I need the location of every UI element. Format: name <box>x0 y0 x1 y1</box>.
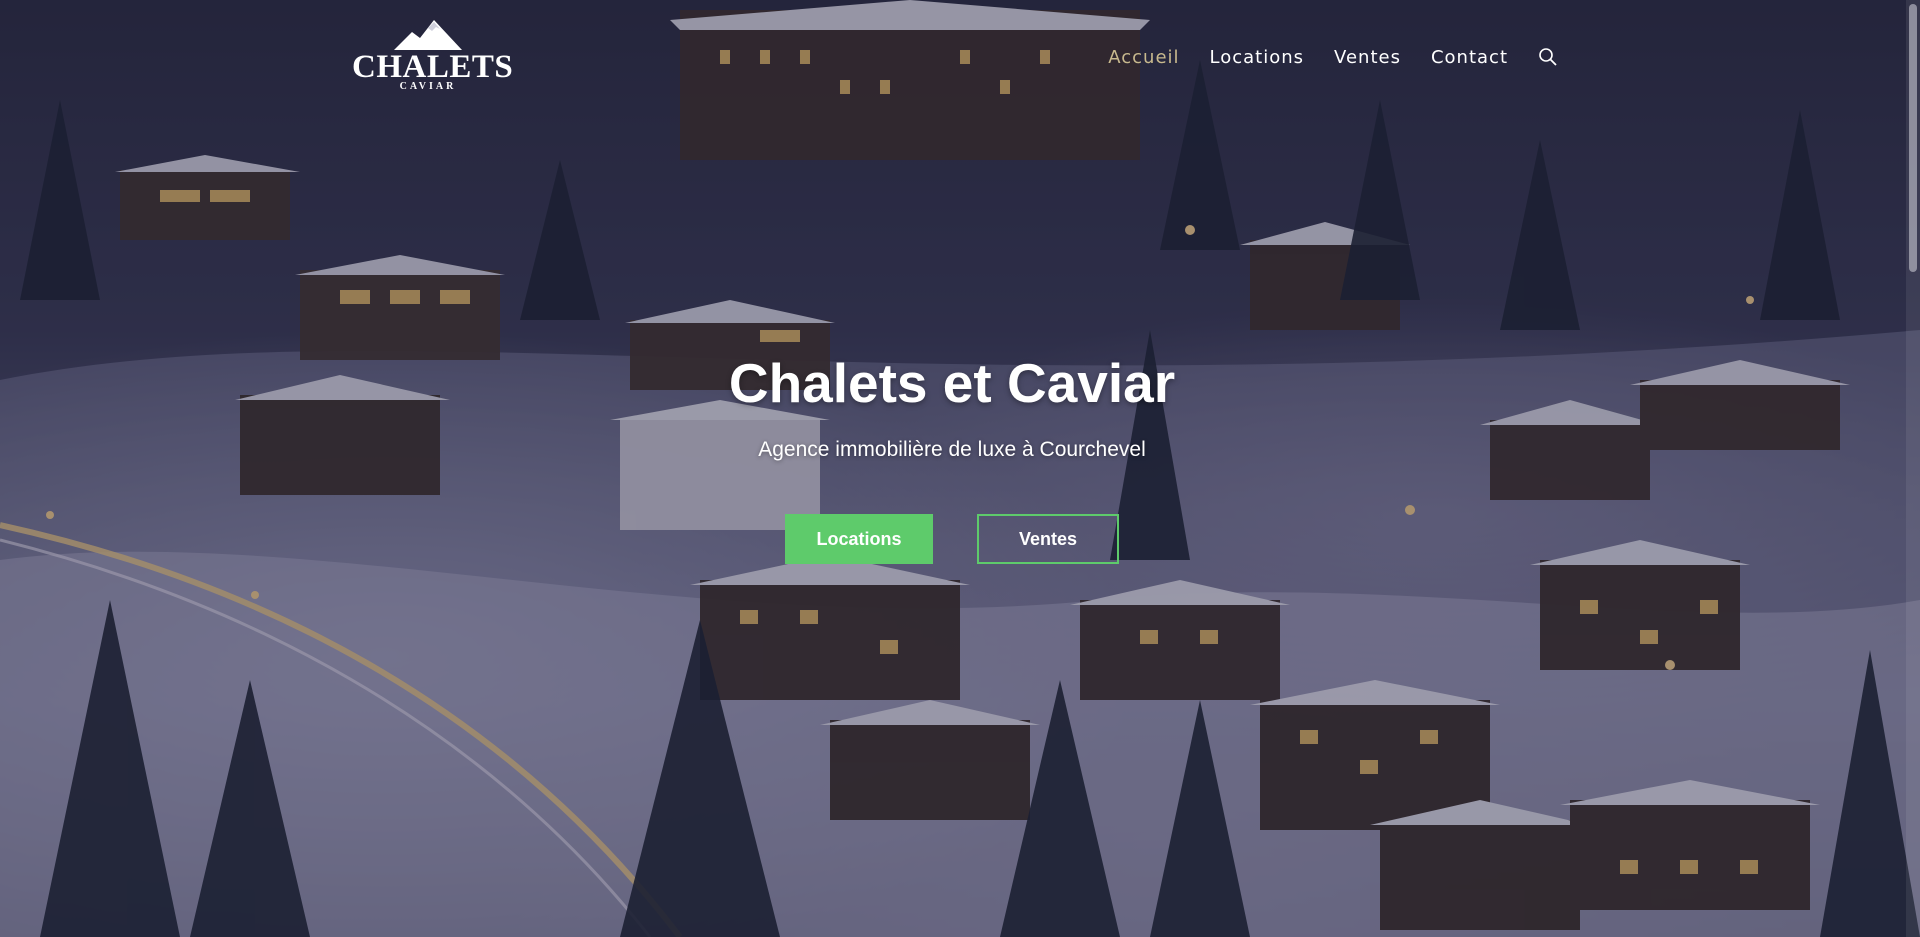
hero-buttons: Locations Ventes <box>0 514 1904 564</box>
search-icon[interactable] <box>1538 47 1558 67</box>
hero-title: Chalets et Caviar <box>728 352 1176 414</box>
ventes-button[interactable]: Ventes <box>977 514 1119 564</box>
site-header: CHALETS CAVIAR Accueil Locations Ventes … <box>0 0 1920 112</box>
scrollbar-thumb[interactable] <box>1909 4 1917 272</box>
logo-subtitle: CAVIAR <box>399 81 457 92</box>
site-logo[interactable]: CHALETS CAVIAR <box>352 20 514 92</box>
page-scrollbar[interactable] <box>1906 0 1920 937</box>
mountain-icon <box>394 20 462 50</box>
locations-button[interactable]: Locations <box>785 514 933 564</box>
nav-item-locations[interactable]: Locations <box>1210 47 1305 68</box>
main-navigation: Accueil Locations Ventes Contact <box>1108 44 1558 70</box>
logo-wordmark: CHALETS <box>352 49 514 85</box>
hero-content: Chalets et Caviar Agence immobilière de … <box>0 350 1904 564</box>
hero-subtitle: Agence immobilière de luxe à Courchevel <box>758 438 1146 461</box>
nav-item-accueil[interactable]: Accueil <box>1108 47 1179 68</box>
nav-item-ventes[interactable]: Ventes <box>1334 47 1401 68</box>
nav-item-contact[interactable]: Contact <box>1431 47 1508 68</box>
